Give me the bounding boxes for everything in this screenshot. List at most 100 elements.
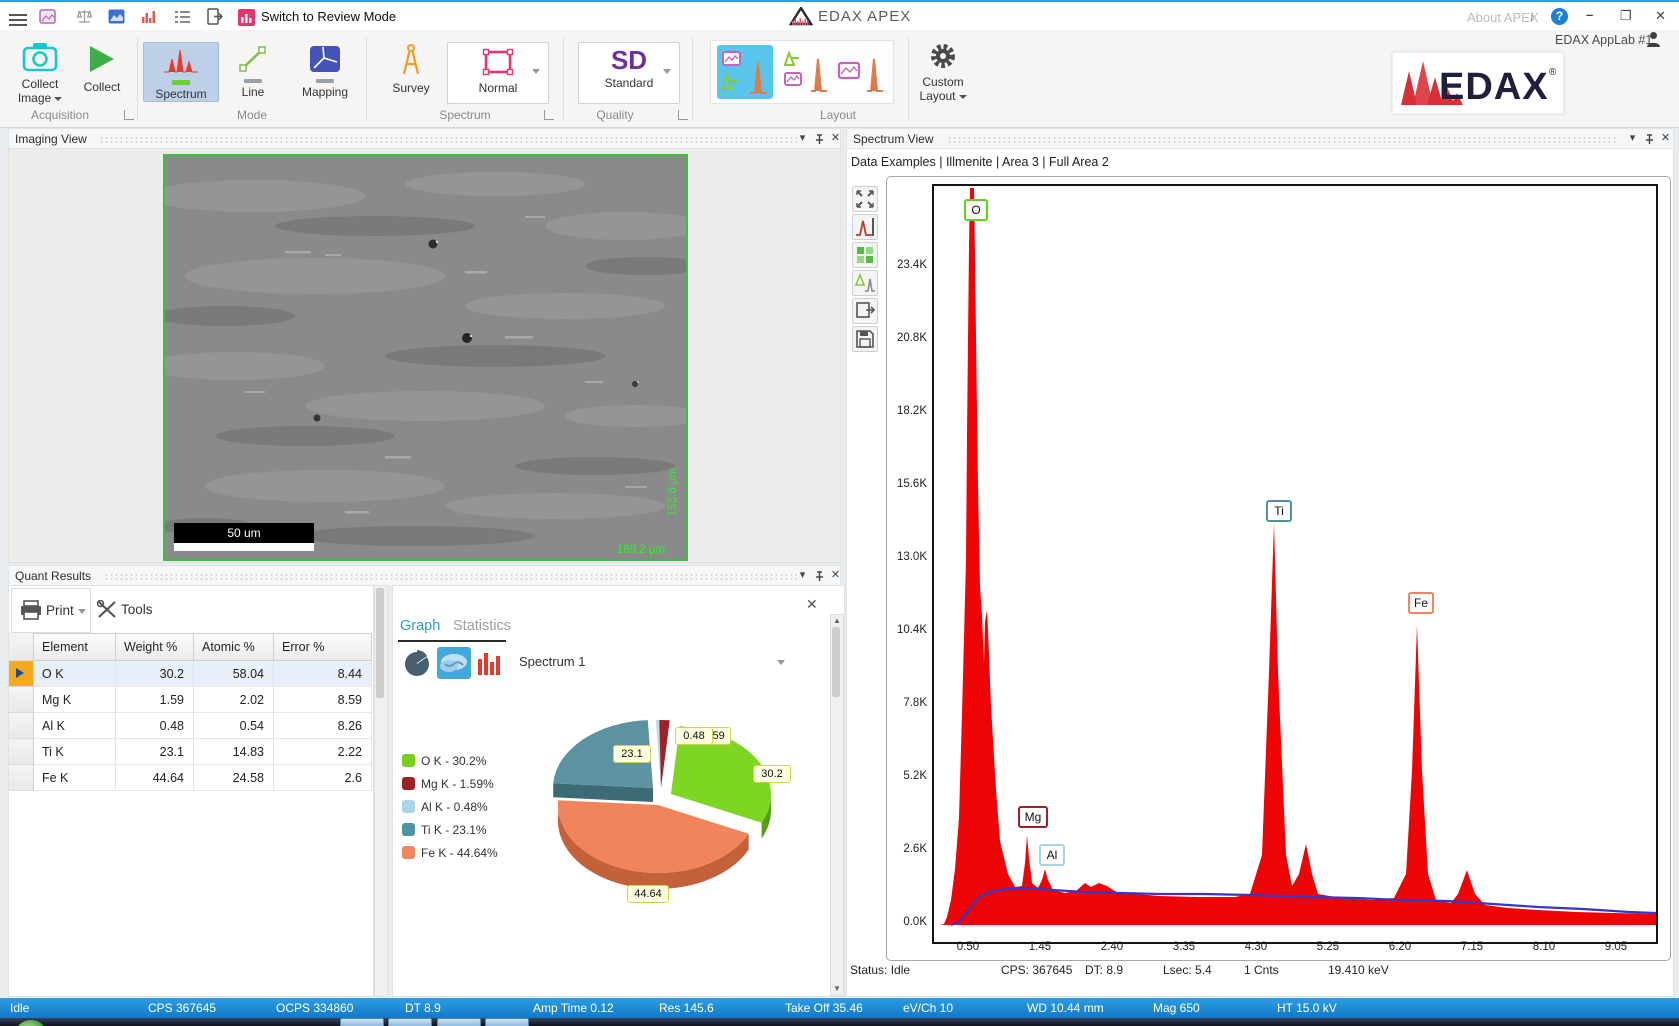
y-tick: 15.6K (887, 478, 927, 490)
hamburger-menu-icon[interactable] (9, 11, 27, 29)
panel-menu-icon[interactable]: ▾ (796, 132, 809, 145)
column-header-error[interactable]: Error % (274, 633, 372, 661)
taskbar-app-button[interactable] (437, 1018, 481, 1026)
panel-close-icon[interactable]: ✕ (1659, 132, 1672, 145)
quant-overlay-button[interactable] (852, 270, 878, 296)
status-res: Res 145.6 (659, 1001, 714, 1015)
switch-review-mode-button[interactable]: Switch to Review Mode (261, 9, 396, 24)
restore-button[interactable]: ❐ (1620, 8, 1632, 24)
table-row[interactable]: O K 30.2 58.04 8.44 (9, 661, 372, 687)
print-button[interactable]: Print (11, 588, 91, 633)
minimize-button[interactable]: – (1586, 7, 1593, 22)
save-button[interactable] (852, 326, 878, 352)
pie-chart-type-icon[interactable] (402, 649, 432, 677)
chevron-down-icon[interactable] (663, 69, 671, 74)
pie3d-chart-type-icon-selected[interactable] (437, 647, 471, 679)
scales-icon[interactable] (76, 8, 93, 25)
column-header-weight[interactable]: Weight % (116, 633, 194, 661)
sem-image[interactable]: 50 um 189.2 µm 153.8 µm (163, 154, 688, 561)
survey-button[interactable]: Survey (385, 42, 437, 100)
vertical-scrollbar[interactable] (374, 585, 388, 997)
legend-item: Al K - 0.48% (421, 800, 488, 814)
spectrum-plot-area[interactable] (932, 184, 1658, 944)
panel-close-icon[interactable]: ✕ (829, 569, 842, 582)
windows-taskbar[interactable] (0, 1018, 1679, 1026)
x-tick: 6.20 (1380, 941, 1420, 953)
user-icon[interactable] (1646, 31, 1661, 47)
scroll-up-icon[interactable]: ▲ (831, 616, 843, 626)
chevron-down-icon[interactable] (532, 69, 540, 74)
quant-results-titlebar: Quant Results ▾ ✕ (8, 565, 841, 587)
taskbar-app-button[interactable] (485, 1018, 529, 1026)
layout-option-2[interactable] (781, 49, 833, 95)
exit-icon[interactable] (207, 8, 223, 25)
tab-graph[interactable]: Graph (400, 618, 440, 634)
pin-icon[interactable] (1644, 134, 1655, 145)
row-selector-cell[interactable] (9, 713, 34, 739)
mode-mapping-button[interactable]: Mapping (290, 42, 360, 100)
mode-line-button[interactable]: Line (225, 42, 281, 100)
spectrum-selector[interactable]: Spectrum 1 (519, 654, 585, 669)
app-title: EDAX APEX (818, 8, 911, 25)
layout-option-3[interactable] (837, 49, 889, 95)
layout-2-icon (781, 49, 833, 95)
table-row[interactable]: Ti K 23.1 14.83 2.22 (9, 739, 372, 765)
dialog-launcher-icon[interactable] (678, 110, 688, 120)
export-spectrum-button[interactable] (852, 298, 878, 324)
histogram-icon[interactable] (141, 9, 158, 24)
tools-button[interactable]: Tools (93, 588, 163, 631)
graph-panel-close-icon[interactable]: ✕ (806, 596, 818, 613)
row-selector-cell[interactable] (9, 661, 34, 687)
column-header-element[interactable]: Element (34, 633, 116, 661)
custom-layout-button[interactable]: Custom Layout (912, 42, 974, 120)
grid-display-button[interactable] (852, 242, 878, 268)
pin-icon[interactable] (814, 571, 825, 582)
info-icon[interactable]: i (1530, 9, 1534, 25)
layout-option-1-selected[interactable] (717, 45, 773, 99)
status-bar: Idle CPS 367645 OCPS 334860 DT 8.9 Amp T… (0, 998, 1679, 1018)
table-row[interactable]: Fe K 44.64 24.58 2.6 (9, 765, 372, 791)
breadcrumb[interactable]: Data Examples | Illmenite | Area 3 | Ful… (851, 155, 1109, 169)
row-selector-cell[interactable] (9, 687, 34, 713)
tab-statistics[interactable]: Statistics (453, 618, 511, 634)
scale-spectrum-button[interactable] (852, 214, 878, 240)
panel-menu-icon[interactable]: ▾ (1626, 132, 1639, 145)
print-dropdown-chevron[interactable] (78, 609, 86, 614)
dialog-launcher-icon[interactable] (544, 110, 554, 120)
image-adjust-icon[interactable] (39, 9, 56, 25)
row-selector-cell[interactable] (9, 739, 34, 765)
quality-selector[interactable]: SD Standard (578, 42, 680, 104)
close-button[interactable]: ✕ (1655, 8, 1666, 24)
pin-icon[interactable] (814, 134, 825, 145)
spectrum-chart[interactable]: O Mg Al Ti Fe 23.4K 20.8K 18.2K 15.6K 13… (886, 176, 1671, 961)
help-icon[interactable]: ? (1551, 8, 1568, 25)
status-amp-time: Amp Time 0.12 (533, 1001, 614, 1015)
panel-close-icon[interactable]: ✕ (829, 132, 842, 145)
spectrum-selector-chevron[interactable] (777, 660, 785, 665)
table-row[interactable]: Al K 0.48 0.54 8.26 (9, 713, 372, 739)
taskbar-app-button[interactable] (340, 1018, 384, 1026)
peak-label-Ti: Ti (1266, 500, 1292, 522)
x-tick: 5.25 (1308, 941, 1348, 953)
bar-chart-type-icon[interactable] (476, 649, 506, 677)
row-selector-cell[interactable] (9, 765, 34, 791)
normal-roi-icon (482, 48, 514, 76)
review-mode-icon[interactable] (238, 9, 255, 26)
mode-spectrum-button[interactable]: Spectrum (143, 42, 219, 102)
about-apex-link[interactable]: About APEX (1467, 10, 1539, 25)
taskbar-app-button[interactable] (388, 1018, 432, 1026)
scroll-down-icon[interactable]: ▼ (831, 984, 843, 994)
panel-menu-icon[interactable]: ▾ (796, 569, 809, 582)
image-icon[interactable] (108, 9, 125, 24)
list-icon[interactable] (174, 10, 191, 24)
graph-scrollbar[interactable]: ▲ ▼ (830, 614, 844, 996)
start-button[interactable] (14, 1020, 48, 1026)
spectrum-counts: 1 Cnts (1244, 963, 1279, 977)
column-header-atomic[interactable]: Atomic % (194, 633, 274, 661)
dialog-launcher-icon[interactable] (124, 110, 134, 120)
table-row[interactable]: Mg K 1.59 2.02 8.59 (9, 687, 372, 713)
spectrum-normal-selector[interactable]: Normal (447, 42, 549, 104)
quant-table-panel: Print Tools Element Weight % Atomic % Er… (8, 585, 374, 997)
fit-view-button[interactable] (852, 186, 878, 212)
y-tick: 13.0K (887, 551, 927, 563)
